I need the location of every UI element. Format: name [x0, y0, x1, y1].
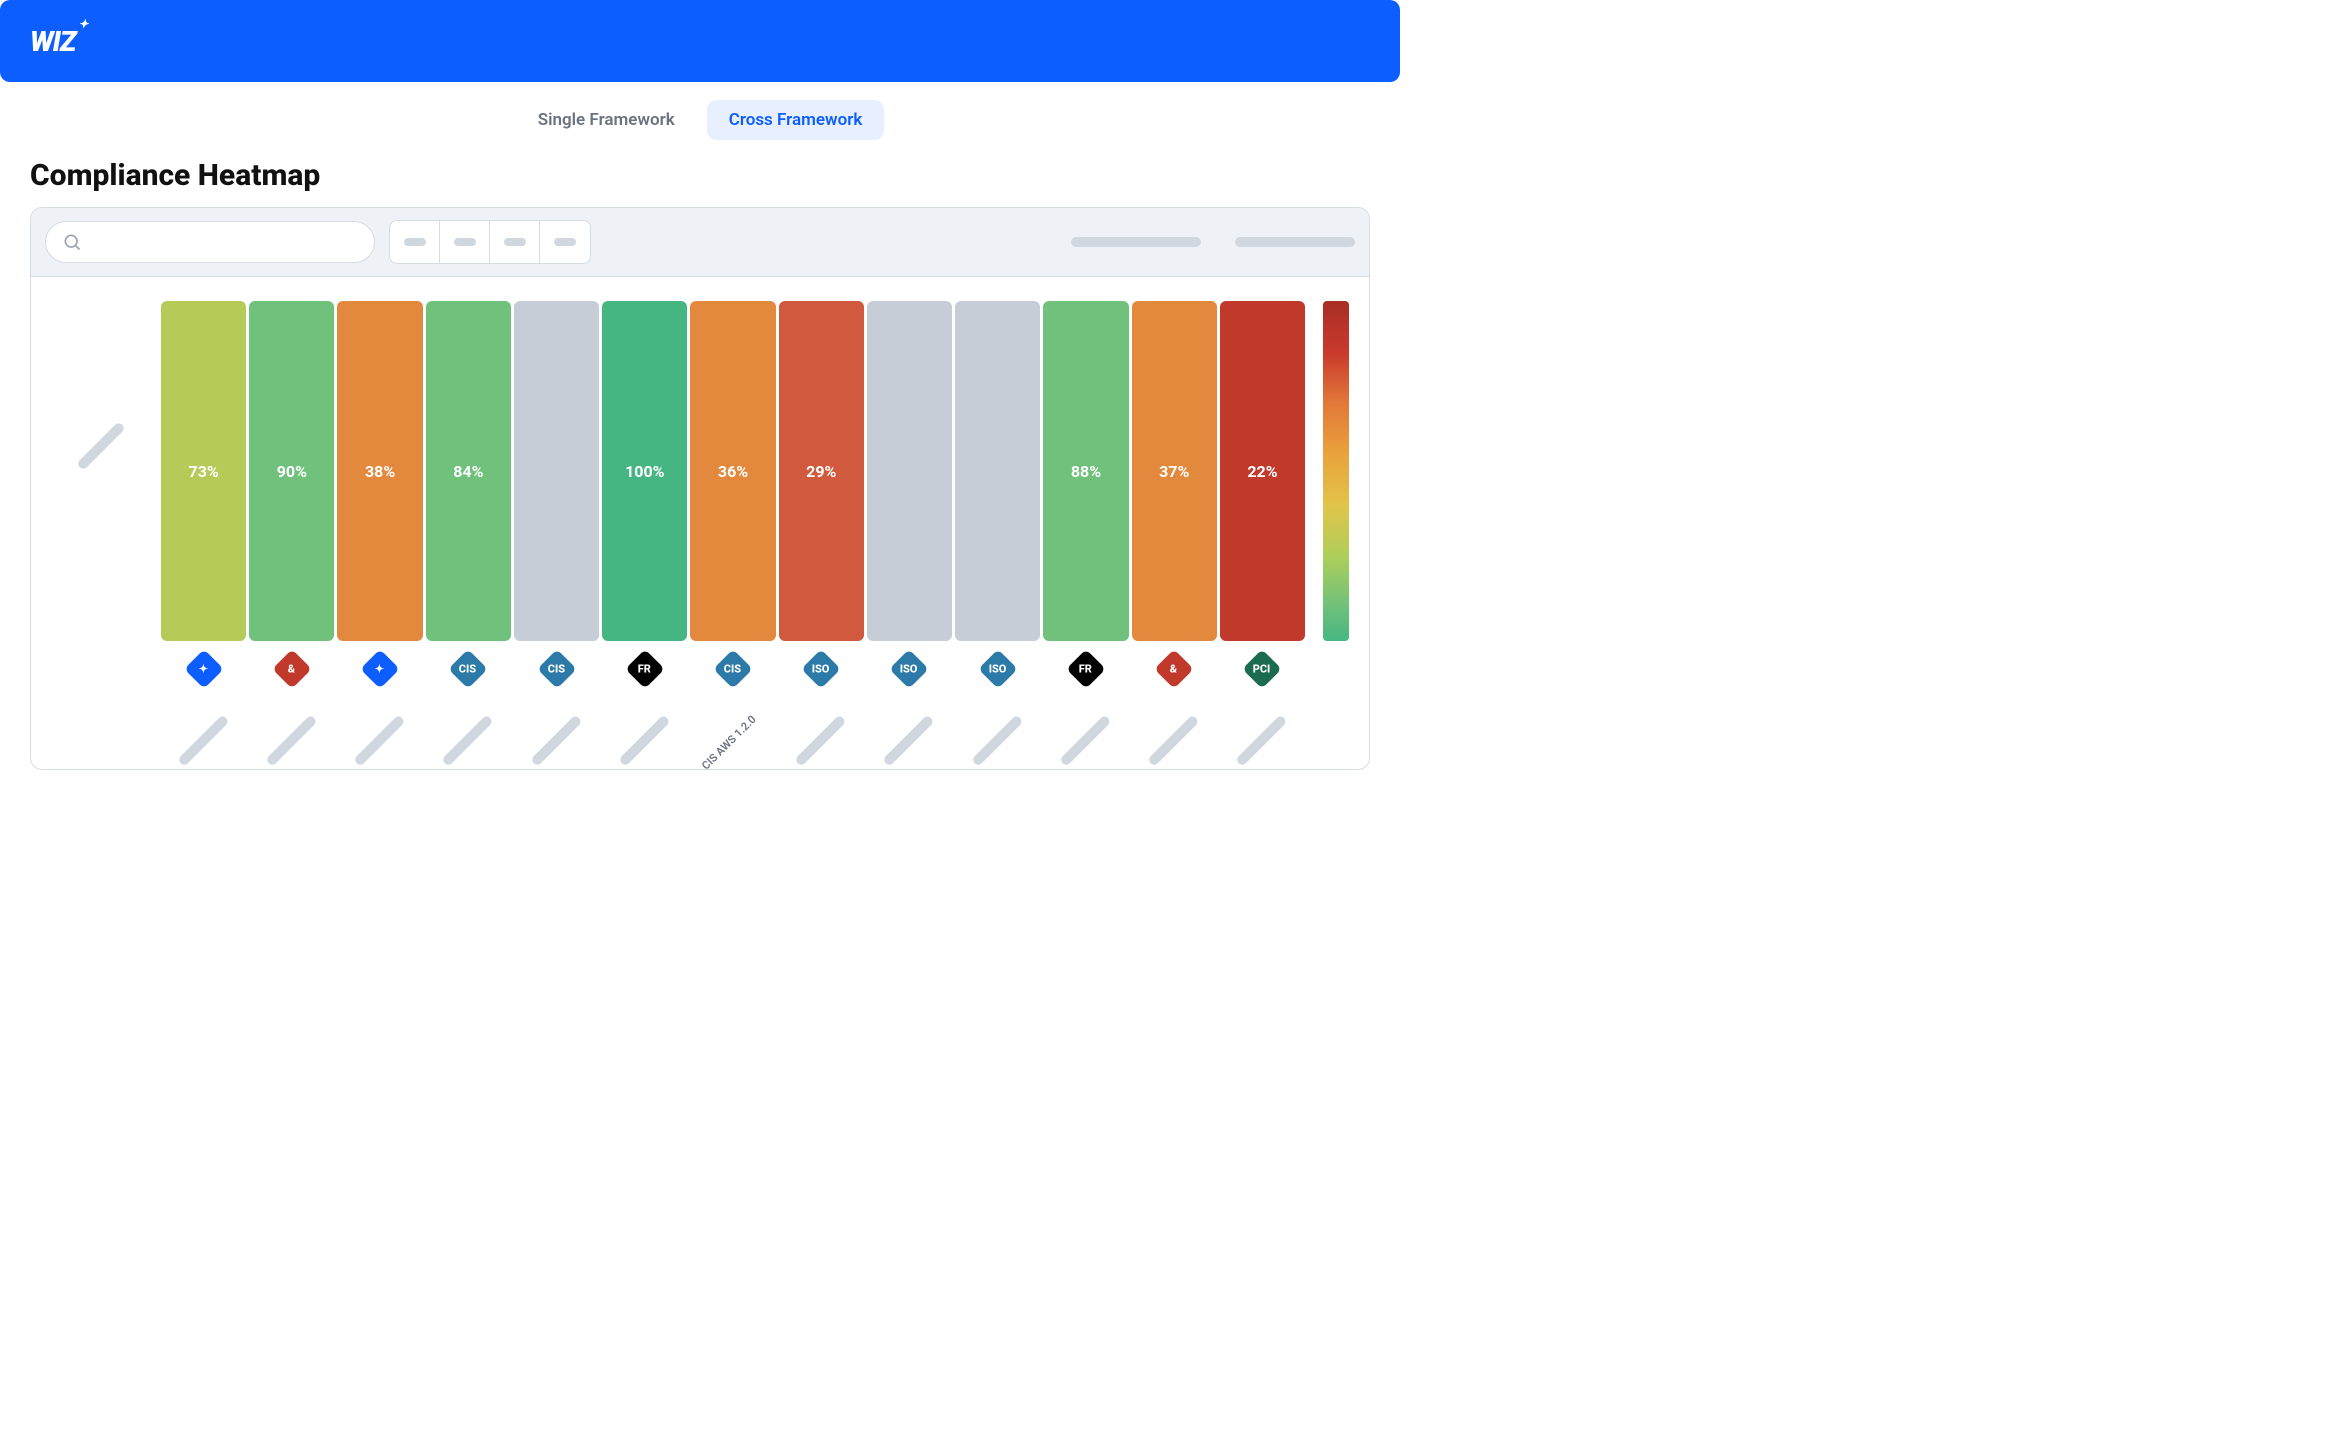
column-icon-slot: ISO — [955, 655, 1040, 683]
star-icon: ✦ — [184, 649, 224, 689]
column-icon-slot: & — [1132, 655, 1217, 683]
column-label-placeholder — [1059, 714, 1111, 766]
search-icon — [62, 232, 82, 252]
column-label-placeholder — [618, 714, 670, 766]
column-label-placeholder — [177, 714, 229, 766]
toolbar-placeholder-2 — [1235, 237, 1355, 247]
column-icon-slot: ✦ — [161, 655, 246, 683]
column-icon-slot: PCI — [1220, 655, 1305, 683]
heatmap-cell[interactable]: 90% — [249, 301, 334, 641]
chart-area: 73%90%38%84%100%36%29%88%37%22% ✦&✦CISCI… — [31, 277, 1369, 769]
heatmap: 73%90%38%84%100%36%29%88%37%22% ✦&✦CISCI… — [51, 301, 1305, 753]
search-input[interactable] — [45, 221, 375, 263]
column-label-slot — [1220, 693, 1305, 753]
cis-icon: CIS — [449, 649, 489, 689]
column-label: CIS AWS 1.2.0 — [700, 713, 759, 770]
column-label-slot — [1132, 693, 1217, 753]
column-label-slot — [955, 693, 1040, 753]
heatmap-cell[interactable]: 29% — [779, 301, 864, 641]
heatmap-cell[interactable]: 84% — [426, 301, 511, 641]
column-label-placeholder — [883, 714, 935, 766]
filter-pill-1[interactable] — [390, 221, 440, 263]
column-label-slot — [161, 693, 246, 753]
column-label-slot: CIS AWS 1.2.0 — [690, 693, 775, 753]
column-labels: CIS AWS 1.2.0 — [51, 693, 1305, 753]
heatmap-cell[interactable]: 22% — [1220, 301, 1305, 641]
column-label-slot — [514, 693, 599, 753]
pci-icon: PCI — [1243, 649, 1283, 689]
column-icon-slot: FR — [1043, 655, 1128, 683]
column-label-placeholder — [353, 714, 405, 766]
fr-icon: FR — [625, 649, 665, 689]
column-icon-slot: ISO — [867, 655, 952, 683]
view-tabs: Single Framework Cross Framework — [0, 82, 1400, 150]
tab-single-framework[interactable]: Single Framework — [516, 100, 697, 140]
topbar: WIZ✦ — [0, 0, 1400, 82]
heatmap-cell[interactable]: 88% — [1043, 301, 1128, 641]
column-label-slot — [602, 693, 687, 753]
tab-cross-framework[interactable]: Cross Framework — [707, 100, 885, 140]
column-icon-slot: CIS — [426, 655, 511, 683]
heatmap-panel: 73%90%38%84%100%36%29%88%37%22% ✦&✦CISCI… — [30, 207, 1370, 770]
column-label-slot — [426, 693, 511, 753]
column-icon-slot: CIS — [514, 655, 599, 683]
amp-icon: & — [272, 649, 312, 689]
column-label-placeholder — [971, 714, 1023, 766]
iso-icon: ISO — [801, 649, 841, 689]
column-label-placeholder — [1236, 714, 1288, 766]
column-label-placeholder — [794, 714, 846, 766]
column-label-slot — [779, 693, 864, 753]
amp-icon: & — [1154, 649, 1194, 689]
legend-gradient — [1323, 301, 1349, 641]
column-label-placeholder — [1147, 714, 1199, 766]
column-label-slot — [249, 693, 334, 753]
wiz-logo: WIZ✦ — [30, 25, 75, 58]
page-title: Compliance Heatmap — [0, 150, 1400, 207]
toolbar — [31, 208, 1369, 277]
column-label-slot — [337, 693, 422, 753]
heatmap-cell[interactable]: 73% — [161, 301, 246, 641]
star-icon: ✦ — [360, 649, 400, 689]
iso-icon: ISO — [890, 649, 930, 689]
heatmap-cell[interactable] — [955, 301, 1040, 641]
column-icon-slot: & — [249, 655, 334, 683]
column-icon-slot: CIS — [690, 655, 775, 683]
column-icon-slot: ISO — [779, 655, 864, 683]
color-legend — [1323, 301, 1349, 753]
column-label-placeholder — [530, 714, 582, 766]
heatmap-cell[interactable] — [867, 301, 952, 641]
cis-icon: CIS — [537, 649, 577, 689]
filter-pill-4[interactable] — [540, 221, 590, 263]
heatmap-cell[interactable] — [514, 301, 599, 641]
toolbar-placeholder-1 — [1071, 237, 1201, 247]
filter-pill-2[interactable] — [440, 221, 490, 263]
heatmap-cell[interactable]: 100% — [602, 301, 687, 641]
heatmap-cell[interactable]: 37% — [1132, 301, 1217, 641]
column-label-placeholder — [265, 714, 317, 766]
column-icons: ✦&✦CISCISFRCISISOISOISOFR&PCI — [51, 655, 1305, 683]
heatmap-row: 73%90%38%84% 100%36%29% 88%37%22% — [51, 301, 1305, 641]
cis-icon: CIS — [713, 649, 753, 689]
column-label-placeholder — [442, 714, 494, 766]
filter-pill-group — [389, 220, 591, 264]
iso-icon: ISO — [978, 649, 1018, 689]
column-icon-slot: FR — [602, 655, 687, 683]
filter-pill-3[interactable] — [490, 221, 540, 263]
heatmap-cell[interactable]: 38% — [337, 301, 422, 641]
fr-icon: FR — [1066, 649, 1106, 689]
column-label-slot — [1043, 693, 1128, 753]
column-icon-slot: ✦ — [337, 655, 422, 683]
column-label-slot — [867, 693, 952, 753]
heatmap-cell[interactable]: 36% — [690, 301, 775, 641]
